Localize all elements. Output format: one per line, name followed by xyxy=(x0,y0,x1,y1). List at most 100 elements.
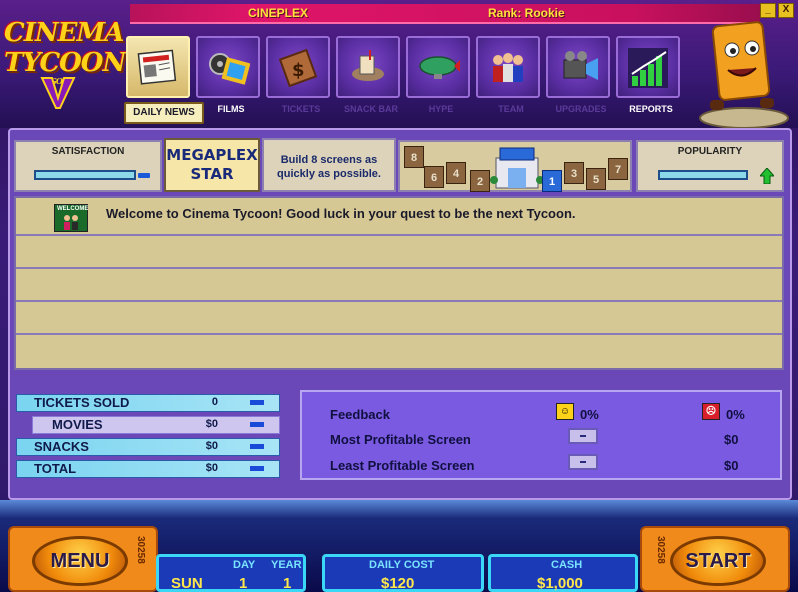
daily-cost-display: DAILY COST $120 xyxy=(322,554,484,592)
snacks-row: SNACKS $0 xyxy=(16,438,280,456)
nav-tab-hype[interactable] xyxy=(406,36,470,98)
cash-display: CASH $1,000 xyxy=(488,554,638,592)
news-item: WELCOME Welcome to Cinema Tycoon! Good l… xyxy=(16,198,782,236)
nav-tab-team[interactable] xyxy=(476,36,540,98)
start-button[interactable]: START xyxy=(670,536,766,586)
most-profitable-screen-button[interactable] xyxy=(568,428,598,444)
movies-trend-icon xyxy=(250,422,264,427)
nav-label-upgrades[interactable]: UPGRADES xyxy=(546,104,616,114)
popularity-panel: POPULARITY xyxy=(636,140,784,192)
screen-8-icon: 8 xyxy=(404,146,424,168)
most-profitable-value: $0 xyxy=(724,432,739,447)
tickets-sold-label: TICKETS SOLD xyxy=(34,395,130,410)
satisfaction-label: SATISFACTION xyxy=(51,146,125,157)
nav-tab-tickets[interactable]: $ xyxy=(266,36,330,98)
chart-icon xyxy=(628,48,668,88)
nav-tab-upgrades[interactable] xyxy=(546,36,610,98)
nav-label-snack-bar[interactable]: SNACK BAR xyxy=(336,104,406,114)
news-message: Welcome to Cinema Tycoon! Good luck in y… xyxy=(106,206,576,221)
game-window: CINEPLEX Rank: Rookie _ X CINEMA TYCOON … xyxy=(0,0,798,592)
nav-label-reports[interactable]: REPORTS xyxy=(616,104,686,114)
tickets-sold-row: TICKETS SOLD 0 xyxy=(16,394,280,412)
movies-value: $0 xyxy=(205,418,218,430)
menu-button[interactable]: MENU xyxy=(32,536,128,586)
screen-4-icon: 4 xyxy=(446,162,466,184)
top-bar: CINEPLEX Rank: Rookie _ X CINEMA TYCOON … xyxy=(0,0,798,129)
ticket-icon: $ xyxy=(278,48,318,88)
cinema-name: CINEPLEX xyxy=(248,6,309,20)
screen-6-icon: 6 xyxy=(424,166,444,188)
total-label: TOTAL xyxy=(34,461,77,476)
projector-icon xyxy=(563,51,598,80)
total-value: $0 xyxy=(205,462,218,474)
satisfaction-meter xyxy=(34,170,136,180)
sales-summary: TICKETS SOLD 0 MOVIES $0 SNACKS $0 TOTAL… xyxy=(16,390,280,480)
cash-value: $1,000 xyxy=(537,575,583,592)
nav-tab-films[interactable] xyxy=(196,36,260,98)
rank-label: Rank: Rookie xyxy=(488,6,565,20)
up-arrow-icon xyxy=(760,168,774,184)
screen-3-icon: 3 xyxy=(564,162,584,184)
title-strip: CINEPLEX Rank: Rookie xyxy=(130,4,760,24)
movies-row: MOVIES $0 xyxy=(16,416,280,434)
angry-face-icon: ☹ xyxy=(702,403,720,420)
welcome-news-icon: WELCOME xyxy=(54,204,88,232)
screen-7-icon: 7 xyxy=(608,158,628,180)
ticket-number: 30258 xyxy=(135,536,146,564)
day-value: 1 xyxy=(239,575,248,592)
date-display: DAY YEAR SUN 1 1 xyxy=(156,554,306,592)
cash-label: CASH xyxy=(551,559,583,571)
nav-tab-reports[interactable] xyxy=(616,36,680,98)
movies-label: MOVIES xyxy=(52,417,103,432)
news-empty-line xyxy=(16,236,782,269)
nav-label-team[interactable]: TEAM xyxy=(476,104,546,114)
nav-tab-daily-news[interactable] xyxy=(126,36,190,98)
feedback-negative: 0% xyxy=(726,407,745,422)
goal-description-line2: quickly as possible. xyxy=(277,168,381,180)
staff-icon xyxy=(493,53,523,82)
total-row: TOTAL $0 xyxy=(16,460,280,478)
goal-title-line1: MEGAPLEX xyxy=(166,146,258,164)
megaplex-building-icon xyxy=(490,147,544,189)
daily-cost-value: $120 xyxy=(381,575,415,592)
cinema-tycoon-logo: CINEMA TYCOON GOLD xyxy=(0,10,128,118)
news-empty-line xyxy=(16,335,782,368)
megaplex-progress-visual: 8 6 4 2 1 3 5 7 xyxy=(398,140,632,192)
goal-description: Build 8 screens as quickly as possible. xyxy=(262,138,396,192)
feedback-positive: 0% xyxy=(580,407,599,422)
handshake-icon xyxy=(64,215,78,230)
film-reel-icon xyxy=(209,53,250,85)
svg-text:$: $ xyxy=(292,60,305,81)
least-profitable-screen-button[interactable] xyxy=(568,454,598,470)
nav-label-tickets[interactable]: TICKETS xyxy=(266,104,336,114)
news-feed: WELCOME Welcome to Cinema Tycoon! Good l… xyxy=(14,196,784,370)
year-value: 1 xyxy=(283,575,292,592)
tickets-trend-icon xyxy=(250,400,264,405)
snack-icon xyxy=(352,50,384,81)
total-trend-icon xyxy=(250,466,264,471)
weekday-value: SUN xyxy=(171,575,203,592)
nav-label-hype[interactable]: HYPE xyxy=(406,104,476,114)
minimize-button[interactable]: _ xyxy=(760,3,776,18)
least-profitable-value: $0 xyxy=(724,458,739,473)
close-button[interactable]: X xyxy=(778,3,794,18)
snacks-trend-icon xyxy=(250,444,264,449)
popularity-meter xyxy=(658,170,748,180)
main-nav: $ xyxy=(126,36,686,100)
screen-2-icon: 2 xyxy=(470,170,490,192)
nav-tab-snack-bar[interactable] xyxy=(336,36,400,98)
satisfaction-trend-icon xyxy=(138,173,150,178)
goal-description-line1: Build 8 screens as xyxy=(280,154,378,166)
logo-word-cinema: CINEMA xyxy=(4,18,124,48)
blimp-icon xyxy=(419,56,460,79)
feedback-label: Feedback xyxy=(330,407,390,422)
screen-5-icon: 5 xyxy=(586,168,606,190)
logo-v-emblem-icon xyxy=(40,77,76,109)
ticket-number: 30258 xyxy=(655,536,666,564)
most-profitable-label: Most Profitable Screen xyxy=(330,432,471,447)
daily-cost-label: DAILY COST xyxy=(369,559,435,571)
satisfaction-panel: SATISFACTION xyxy=(14,140,162,192)
nav-labels: FILMS TICKETS SNACK BAR HYPE TEAM UPGRAD… xyxy=(126,104,686,116)
snacks-value: $0 xyxy=(205,440,218,452)
nav-label-films[interactable]: FILMS xyxy=(196,104,266,114)
